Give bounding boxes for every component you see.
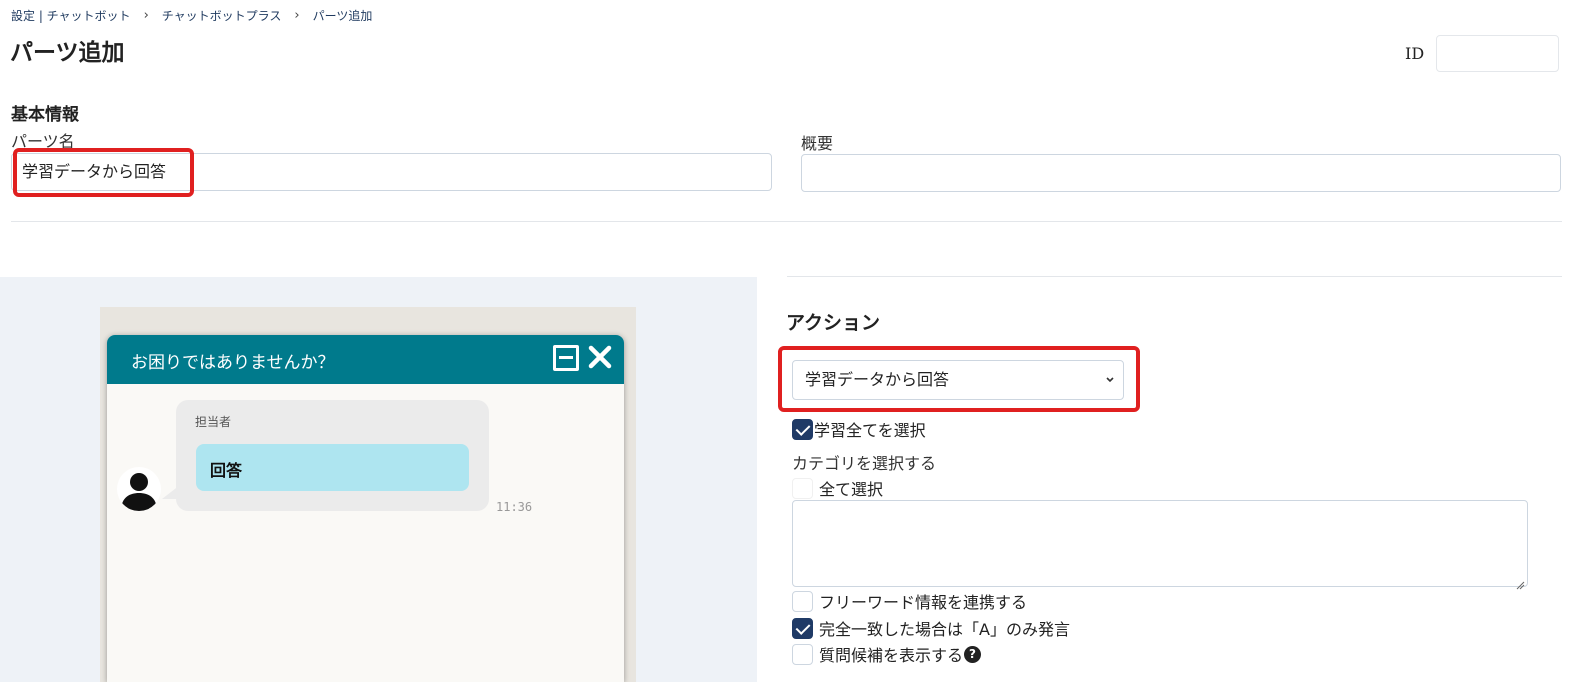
freeword-label: フリーワード情報を連携する [819,593,1028,612]
breadcrumb-separator: › [294,8,300,23]
select-all-label: 全て選択 [819,480,884,499]
part-name-input[interactable]: 学習データから回答 [11,153,772,191]
summary-label: 概要 [801,134,834,153]
exact-match-row: 完全一致した場合は「A」のみ発言 [792,616,1070,640]
breadcrumb-item-chatbot-plus[interactable]: チャットボットプラス [162,7,282,24]
question-circle-icon[interactable]: ? [964,645,982,663]
answer-button[interactable]: 回答 [196,444,469,491]
chat-window: お困りではありませんか？ 担当者 回答 11:36 [107,335,624,682]
select-all-learning-row: 学習全てを選択 [792,417,926,441]
show-candidates-row: 質問候補を表示する ? [792,642,982,666]
minimize-icon[interactable] [553,345,579,371]
exact-match-checkbox[interactable] [792,617,813,639]
summary-input[interactable] [801,154,1561,192]
show-candidates-label: 質問候補を表示する [819,646,964,665]
page-title: パーツ追加 [10,40,125,66]
chat-title: お困りではありませんか？ [131,353,335,373]
sender-name: 担当者 [195,415,232,429]
basic-info-title: 基本情報 [11,105,79,125]
action-select[interactable]: 学習データから回答 [792,360,1124,400]
breadcrumb-item-add-part: パーツ追加 [312,9,373,23]
category-label: カテゴリを選択する [792,454,937,473]
breadcrumb: 設定 | チャットボット › チャットボットプラス › パーツ追加 [11,7,372,24]
freeword-checkbox[interactable] [792,590,813,612]
id-label: ID [1405,44,1425,63]
id-field [1436,35,1559,72]
chat-header: お困りではありませんか？ [107,335,624,384]
chevron-down-icon [1105,361,1115,414]
exact-match-label: 完全一致した場合は「A」のみ発言 [819,620,1070,639]
breadcrumb-separator: › [143,8,149,23]
select-all-checkbox[interactable] [792,477,813,499]
select-all-learning-label: 学習全てを選択 [814,421,926,440]
category-textarea[interactable] [792,500,1528,590]
action-divider [787,276,1562,277]
select-all-row: 全て選択 [792,476,883,500]
resize-grip-icon[interactable] [1516,575,1525,590]
freeword-row: フリーワード情報を連携する [792,589,1027,613]
action-title: アクション [786,312,881,334]
close-icon[interactable] [587,342,613,372]
user-avatar-icon [117,467,161,511]
section-divider [11,221,1562,222]
message-timestamp: 11:36 [496,500,533,514]
action-select-value: 学習データから回答 [805,370,950,389]
part-name-label: パーツ名 [11,132,75,151]
show-candidates-checkbox[interactable] [792,643,813,665]
select-all-learning-checkbox[interactable] [792,418,813,440]
breadcrumb-item-settings[interactable]: 設定 | チャットボット [11,7,131,24]
